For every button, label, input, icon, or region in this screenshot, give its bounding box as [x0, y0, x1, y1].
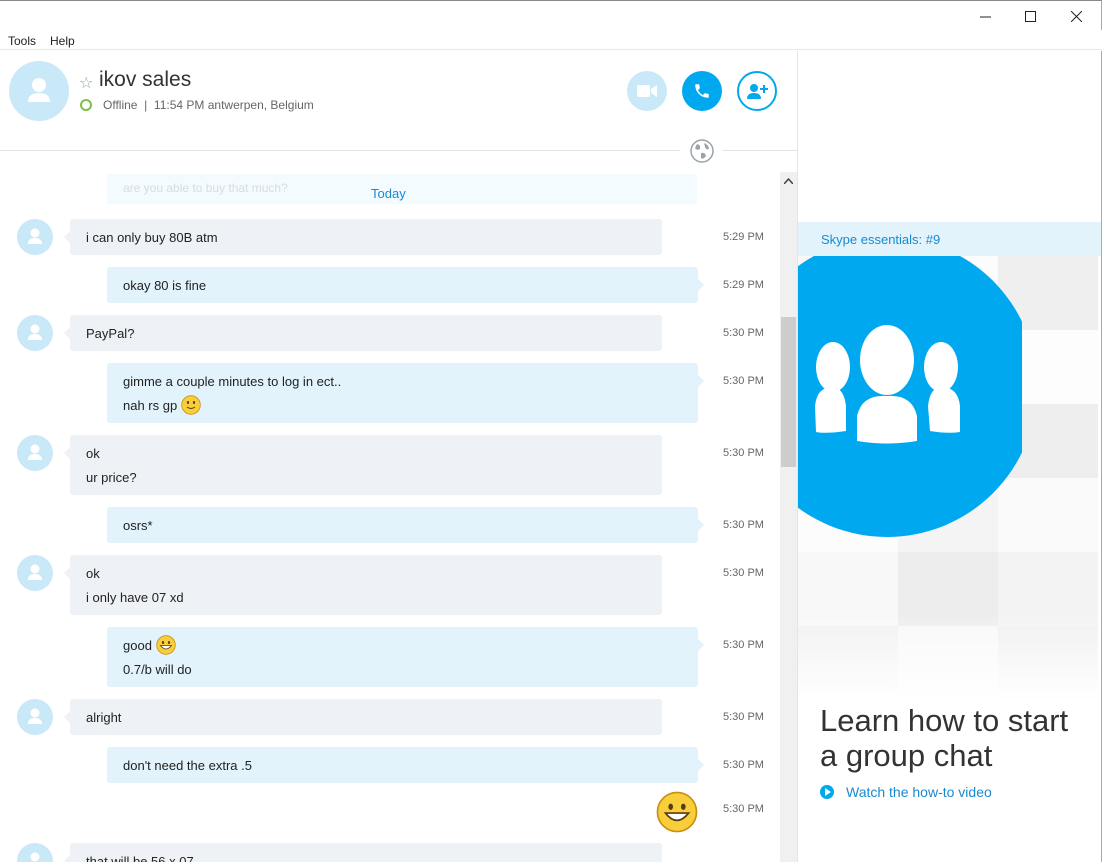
message-text: 0.7/b will do	[123, 661, 192, 677]
big-laugh-emoji	[656, 791, 698, 837]
message-text: PayPal?	[86, 325, 135, 341]
close-button[interactable]	[1053, 1, 1099, 31]
essentials-panel: Skype essentials: #9 Learn how to start …	[798, 51, 1102, 862]
menu-tools[interactable]: Tools	[8, 34, 36, 48]
incoming-message[interactable]: alright	[64, 699, 662, 735]
audio-call-button[interactable]	[682, 71, 722, 111]
contact-avatar-small[interactable]	[17, 315, 53, 351]
message-time: 5:29 PM	[723, 279, 764, 291]
message-time: 5:30 PM	[723, 327, 764, 339]
presence-icon	[80, 99, 92, 111]
incoming-message[interactable]: PayPal?	[64, 315, 662, 351]
message-text: good	[123, 637, 152, 653]
message-text: alright	[86, 709, 122, 725]
minimize-button[interactable]	[962, 1, 1008, 31]
title-bar	[0, 0, 1102, 30]
contact-avatar[interactable]	[9, 61, 69, 121]
contact-avatar-small[interactable]	[17, 219, 53, 255]
maximize-button[interactable]	[1007, 1, 1053, 31]
skype-window: Tools Help ☆ ikov sales Offline | 11:54 …	[0, 0, 1102, 862]
incoming-message[interactable]: ok i only have 07 xd	[64, 555, 662, 615]
essentials-label[interactable]: Skype essentials: #9	[821, 232, 940, 247]
message-text: ok	[86, 565, 100, 581]
message-text: don't need the extra .5	[123, 757, 252, 773]
outgoing-message[interactable]: don't need the extra .5	[107, 747, 704, 783]
incoming-message[interactable]: i can only buy 80B atm	[64, 219, 662, 255]
add-contact-button[interactable]	[737, 71, 777, 111]
message-text: nah rs gp	[123, 397, 178, 413]
message-text: ur price?	[86, 469, 137, 485]
header-divider	[0, 150, 680, 151]
message-time: 5:30 PM	[723, 567, 764, 579]
close-icon	[1070, 10, 1082, 22]
message-time: 5:30 PM	[723, 759, 764, 771]
message-time: 5:30 PM	[723, 375, 764, 387]
conversation: are you able to buy that much? Today i c…	[0, 152, 780, 862]
scroll-thumb[interactable]	[781, 317, 796, 467]
scrollbar[interactable]	[780, 172, 797, 862]
contact-name[interactable]: ikov sales	[99, 68, 191, 92]
favorite-star-icon[interactable]: ☆	[79, 73, 93, 92]
message-time: 5:30 PM	[723, 519, 764, 531]
outgoing-message[interactable]: osrs*	[107, 507, 704, 543]
header-divider-right	[722, 150, 797, 151]
outgoing-message[interactable]: okay 80 is fine	[107, 267, 704, 303]
person-icon	[28, 78, 50, 102]
message-time: 5:30 PM	[723, 639, 764, 651]
day-separator: Today	[371, 186, 406, 201]
contact-avatar-small[interactable]	[17, 555, 53, 591]
add-contact-icon	[747, 84, 768, 99]
message-text: that will be 56 x 07	[86, 853, 194, 862]
message-time: 5:30 PM	[723, 711, 764, 723]
message-text: i only have 07 xd	[86, 589, 184, 605]
minimize-icon	[979, 16, 991, 17]
outgoing-message[interactable]: gimme a couple minutes to log in ect.. na…	[107, 363, 704, 423]
message-text: osrs*	[123, 517, 153, 533]
smile-emoji	[181, 395, 201, 415]
message-text: okay 80 is fine	[123, 277, 207, 293]
contact-avatar-small[interactable]	[17, 435, 53, 471]
incoming-message[interactable]: ok ur price?	[64, 435, 662, 495]
scroll-up-button[interactable]	[780, 172, 797, 189]
message-time: 5:30 PM	[723, 447, 764, 459]
video-icon	[637, 85, 657, 97]
maximize-icon	[1024, 10, 1036, 22]
message-text: ok	[86, 445, 100, 461]
chevron-up-icon	[784, 177, 793, 184]
contact-avatar-small[interactable]	[17, 699, 53, 735]
phone-icon	[695, 84, 709, 98]
essentials-bar: Skype essentials: #9	[798, 222, 1101, 256]
message-time: 5:30 PM	[723, 803, 764, 815]
menu-bar: Tools Help	[0, 30, 1102, 50]
contact-avatar-small[interactable]	[17, 843, 53, 862]
menu-help[interactable]: Help	[50, 34, 75, 48]
group-chat-illustration	[798, 256, 1022, 537]
laugh-emoji	[156, 635, 176, 655]
watch-video-label: Watch the how-to video	[846, 784, 992, 800]
watch-video-link[interactable]: Watch the how-to video	[820, 784, 992, 800]
contact-status: Offline | 11:54 PM antwerpen, Belgium	[103, 98, 314, 112]
outgoing-message[interactable]: good 0.7/b will do	[107, 627, 704, 687]
video-call-button[interactable]	[627, 71, 667, 111]
tip-title: Learn how to start a group chat	[820, 703, 1069, 773]
play-icon	[820, 785, 834, 799]
group-icon	[815, 325, 960, 444]
message-text: i can only buy 80B atm	[86, 229, 218, 245]
message-text: gimme a couple minutes to log in ect..	[123, 373, 342, 389]
message-time: 5:29 PM	[723, 231, 764, 243]
incoming-message[interactable]: that will be 56 x 07	[64, 843, 662, 862]
